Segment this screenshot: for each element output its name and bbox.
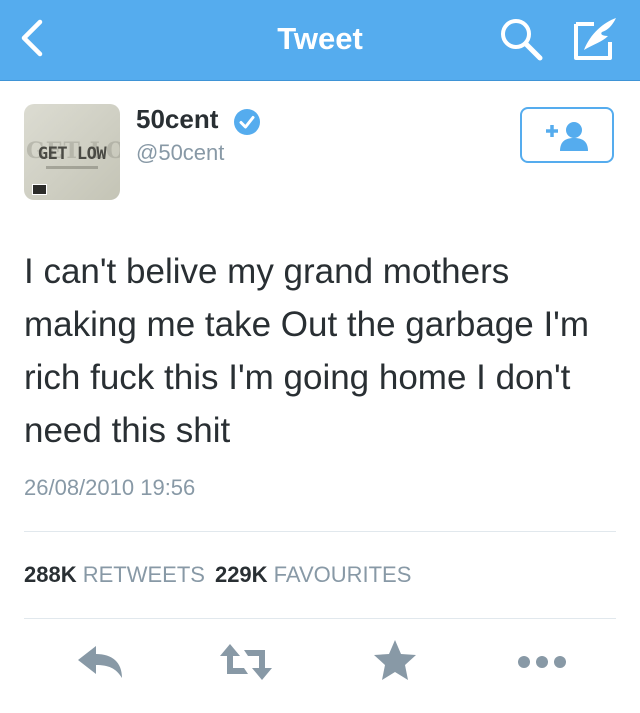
verified-badge-icon — [234, 109, 260, 135]
retweet-icon — [220, 644, 272, 680]
author-display-name[interactable]: 50cent — [136, 104, 218, 135]
retweet-button[interactable] — [218, 636, 272, 688]
retweets-label: RETWEETS — [82, 562, 205, 587]
search-icon — [501, 19, 543, 61]
retweets-stat[interactable]: 288K RETWEETS — [24, 562, 205, 587]
add-user-icon — [546, 122, 588, 151]
follow-button[interactable] — [520, 107, 614, 163]
search-button[interactable] — [496, 14, 548, 64]
retweets-count: 288K — [24, 562, 77, 587]
reply-icon — [78, 646, 122, 678]
divider — [24, 531, 616, 532]
more-button[interactable] — [514, 636, 566, 688]
nav-bar: Tweet — [0, 0, 640, 81]
more-icon — [518, 656, 566, 668]
star-icon — [374, 640, 416, 680]
avatar-subtitle-bar — [46, 166, 98, 169]
avatar-logo: GET LOW — [37, 144, 107, 164]
author-handle[interactable]: @50cent — [136, 140, 224, 166]
back-button[interactable] — [14, 16, 54, 60]
parental-advisory-badge — [32, 184, 47, 195]
avatar[interactable]: GET LOW GET LOW — [24, 104, 120, 200]
compose-button[interactable] — [568, 12, 624, 66]
favourites-stat[interactable]: 229K FAVOURITES — [215, 562, 411, 587]
compose-icon — [574, 18, 616, 60]
chevron-left-icon — [21, 19, 43, 57]
reply-button[interactable] — [74, 636, 126, 688]
tweet-stats: 288K RETWEETS 229K FAVOURITES — [24, 562, 411, 588]
favourites-label: FAVOURITES — [273, 562, 412, 587]
divider — [24, 618, 616, 619]
tweet-timestamp: 26/08/2010 19:56 — [24, 475, 196, 500]
tweet-text: I can't belive my grand mothers making m… — [24, 252, 590, 450]
favourites-count: 229K — [214, 562, 268, 587]
favourite-button[interactable] — [370, 636, 422, 688]
